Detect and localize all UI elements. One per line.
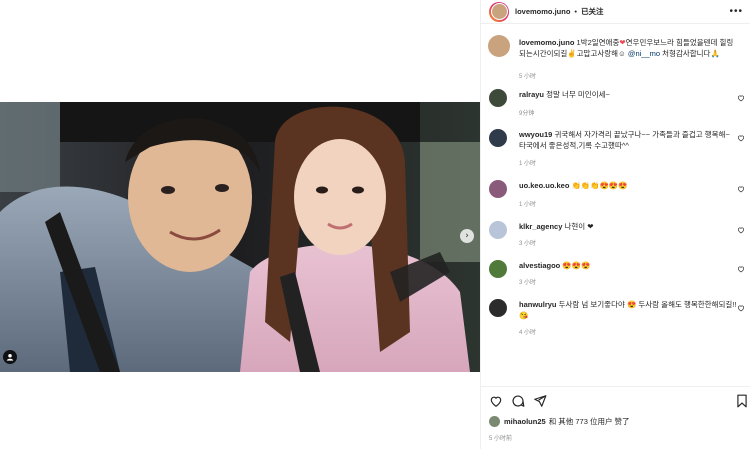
- next-photo-button[interactable]: ›: [460, 229, 474, 243]
- comment-avatar[interactable]: [489, 221, 507, 239]
- following-button[interactable]: 已关注: [581, 6, 604, 17]
- caption-text: lovemomo.juno 1박2일연애중❤연우민우보느라 힘들었을텐데 힐링되…: [519, 37, 737, 59]
- pray-emoji-icon: 🙏: [710, 49, 720, 58]
- comment-time: 3 小时: [519, 280, 537, 286]
- comment-item: wwyou19 귀국해서 자가격리 끝났구나~~ 가족들과 즐겁고 행복해~ 타…: [489, 129, 745, 169]
- liker-username[interactable]: mihaolun25: [504, 417, 546, 426]
- bookmark-icon[interactable]: [735, 394, 749, 408]
- comment-username[interactable]: uo.keo.uo.keo: [519, 181, 569, 190]
- comment-text: alvestiagoo 😍😍😍: [519, 260, 737, 271]
- comment-time: 1 小时: [519, 202, 537, 208]
- comment-body: 정말 너무 미인이세~: [546, 90, 610, 99]
- sparkle-emoji-icon: ✌: [567, 49, 577, 58]
- caption-mention[interactable]: @ni__mo: [628, 49, 660, 58]
- caption-time: 5 小时: [519, 74, 537, 80]
- instagram-post-window: › lovemomo.juno • 已关注 ••• lovemomo.juno …: [0, 0, 750, 449]
- comment-like-heart-icon[interactable]: [737, 134, 745, 142]
- header-separator: •: [574, 7, 578, 16]
- comment-item: ralrayu 정말 너무 미인이세~ 9分钟: [489, 89, 745, 119]
- comment-item: klkr_agency 나현이 ❤ 3 小时: [489, 221, 745, 251]
- comment-body: 😍😍😍: [562, 261, 591, 270]
- comment-avatar[interactable]: [489, 180, 507, 198]
- comment-text: ralrayu 정말 너무 미인이세~: [519, 89, 737, 100]
- comment-icon[interactable]: [511, 394, 525, 408]
- comment-like-heart-icon[interactable]: [737, 265, 745, 273]
- likes-text[interactable]: 和 其他 773 位用户 赞了: [549, 416, 630, 427]
- comment-like-heart-icon[interactable]: [737, 304, 745, 312]
- author-username[interactable]: lovemomo.juno: [515, 7, 570, 16]
- comment-time: 1 小时: [519, 161, 537, 167]
- comment-text: klkr_agency 나현이 ❤: [519, 221, 737, 232]
- comment-username[interactable]: wwyou19: [519, 130, 552, 139]
- likes-summary: mihaolun25 和 其他 773 位用户 赞了: [489, 416, 630, 427]
- comment-text: hanwulryu 두사람 넘 보기좋다야 😍 두사람 올해도 행복한한해되길!…: [519, 299, 737, 321]
- comment-text: wwyou19 귀국해서 자가격리 끝났구나~~ 가족들과 즐겁고 행복해~ 타…: [519, 129, 737, 151]
- comment-time: 4 小时: [519, 330, 537, 336]
- caption: lovemomo.juno 1박2일연애중❤연우민우보느라 힘들었을텐데 힐링되…: [488, 35, 745, 80]
- liker-avatar[interactable]: [489, 416, 500, 427]
- tagged-users-button[interactable]: [3, 350, 17, 364]
- post-actions-bar: [481, 386, 750, 416]
- caption-part-3: 고맙고사랑해: [576, 49, 619, 58]
- comment-item: hanwulryu 두사람 넘 보기좋다야 😍 두사람 올해도 행복한한해되길!…: [489, 299, 745, 339]
- comment-item: alvestiagoo 😍😍😍 3 小时: [489, 260, 745, 290]
- post-header: lovemomo.juno • 已关注 •••: [481, 0, 750, 24]
- comment-item: uo.keo.uo.keo 👏👏👏😍😍😍 1 小时: [489, 180, 745, 210]
- heart-icon[interactable]: [489, 394, 503, 408]
- comment-avatar[interactable]: [489, 299, 507, 317]
- comment-avatar[interactable]: [489, 260, 507, 278]
- comment-username[interactable]: hanwulryu: [519, 300, 557, 309]
- caption-avatar[interactable]: [488, 35, 510, 57]
- comment-body: 👏👏👏😍😍😍: [571, 181, 628, 190]
- comment-like-heart-icon[interactable]: [737, 94, 745, 102]
- comment-avatar[interactable]: [489, 89, 507, 107]
- media-pane: ›: [0, 0, 480, 449]
- post-photo[interactable]: [0, 102, 480, 372]
- caption-part-1: 1박2일연애중: [576, 38, 620, 47]
- comment-time: 9分钟: [519, 111, 535, 117]
- post-side-panel: lovemomo.juno • 已关注 ••• lovemomo.juno 1박…: [480, 0, 750, 449]
- comment-text: uo.keo.uo.keo 👏👏👏😍😍😍: [519, 180, 737, 191]
- comment-body: 나현이 ❤: [564, 222, 594, 231]
- share-icon[interactable]: [533, 394, 547, 408]
- comment-username[interactable]: klkr_agency: [519, 222, 562, 231]
- comment-like-heart-icon[interactable]: [737, 185, 745, 193]
- smile-emoji-icon: ☺: [618, 49, 626, 58]
- comment-username[interactable]: ralrayu: [519, 90, 544, 99]
- couple-selfie-image: [0, 102, 480, 372]
- user-icon: [6, 353, 14, 361]
- comment-username[interactable]: alvestiagoo: [519, 261, 560, 270]
- post-timestamp[interactable]: 5 小时前: [489, 433, 512, 442]
- comment-time: 3 小时: [519, 241, 537, 247]
- caption-username[interactable]: lovemomo.juno: [519, 38, 574, 47]
- comment-like-heart-icon[interactable]: [737, 226, 745, 234]
- caption-part-4: 처형감사합니다: [662, 49, 711, 58]
- comment-avatar[interactable]: [489, 129, 507, 147]
- more-horizontal-icon[interactable]: •••: [729, 6, 743, 17]
- author-avatar[interactable]: [489, 1, 509, 22]
